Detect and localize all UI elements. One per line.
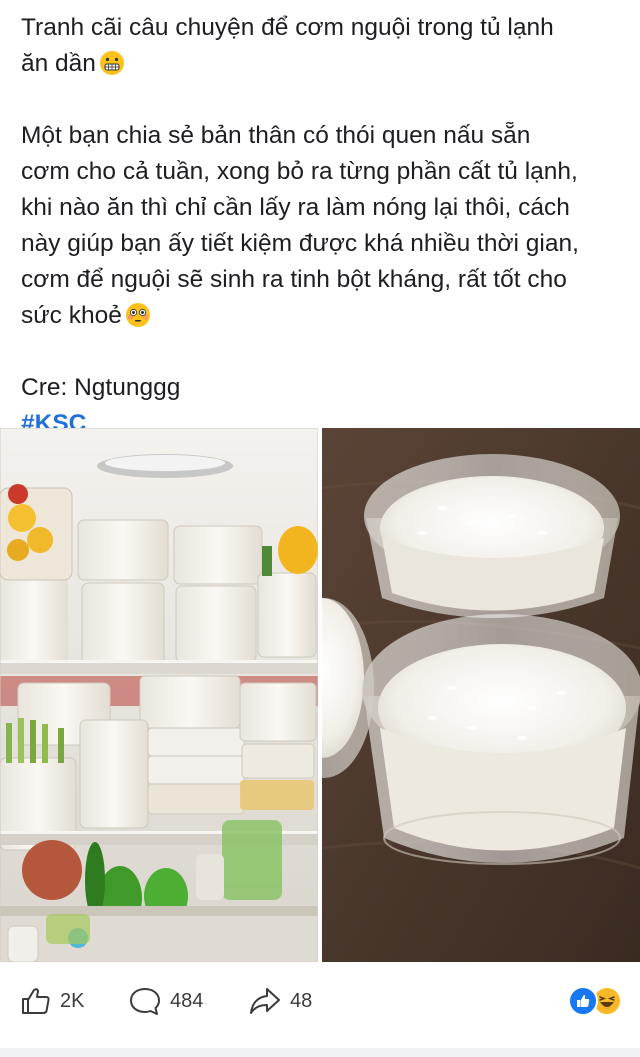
share-action[interactable]: 48 [248, 986, 312, 1016]
share-icon [250, 988, 280, 1014]
post-text: Tranh cãi câu chuyện để cơm nguội trong … [21, 10, 626, 442]
thumbs-up-icon [22, 988, 50, 1014]
like-count: 2K [60, 989, 85, 1012]
share-count: 48 [290, 989, 313, 1012]
fridge-photo[interactable] [0, 428, 318, 962]
credit-line: Cre: Ngtunggg [21, 374, 181, 401]
photo-grid[interactable] [0, 428, 640, 962]
post-action-bar: 2K 484 48 [0, 972, 640, 1030]
post-divider [0, 1048, 640, 1057]
body-line: Một bạn chia sẻ bản thân có thói quen nấ… [21, 122, 531, 149]
post-title-line: Tranh cãi câu chuyện để cơm nguội trong … [21, 10, 626, 46]
reactions-summary[interactable] [568, 986, 622, 1016]
post-line-2: ăn dần [21, 50, 96, 77]
rice-bowls-photo[interactable] [322, 428, 640, 962]
body-line: khi nào ăn thì chỉ cần lấy ra làm nóng l… [21, 194, 570, 221]
body-line: này giúp bạn ấy tiết kiệm được khá nhiều… [21, 230, 579, 257]
comment-count: 484 [170, 989, 204, 1012]
like-reaction-icon [568, 986, 598, 1016]
body-line: cơm để nguội sẽ sinh ra tinh bột kháng, … [21, 266, 567, 293]
body-line: sức khoẻ [21, 302, 122, 329]
post-line-1: Tranh cãi câu chuyện để cơm nguội trong … [21, 14, 554, 41]
body-line: cơm cho cả tuần, xong bỏ ra từng phần cấ… [21, 158, 578, 185]
post-title-line-2: ăn dần [21, 46, 626, 82]
comment-action[interactable]: 484 [128, 986, 203, 1016]
body-line-last: sức khoẻ [21, 298, 626, 334]
like-action[interactable]: 2K [20, 986, 84, 1016]
comment-icon [130, 988, 160, 1015]
flushed-face-emoji [125, 303, 150, 327]
grimacing-face-emoji [99, 51, 124, 75]
